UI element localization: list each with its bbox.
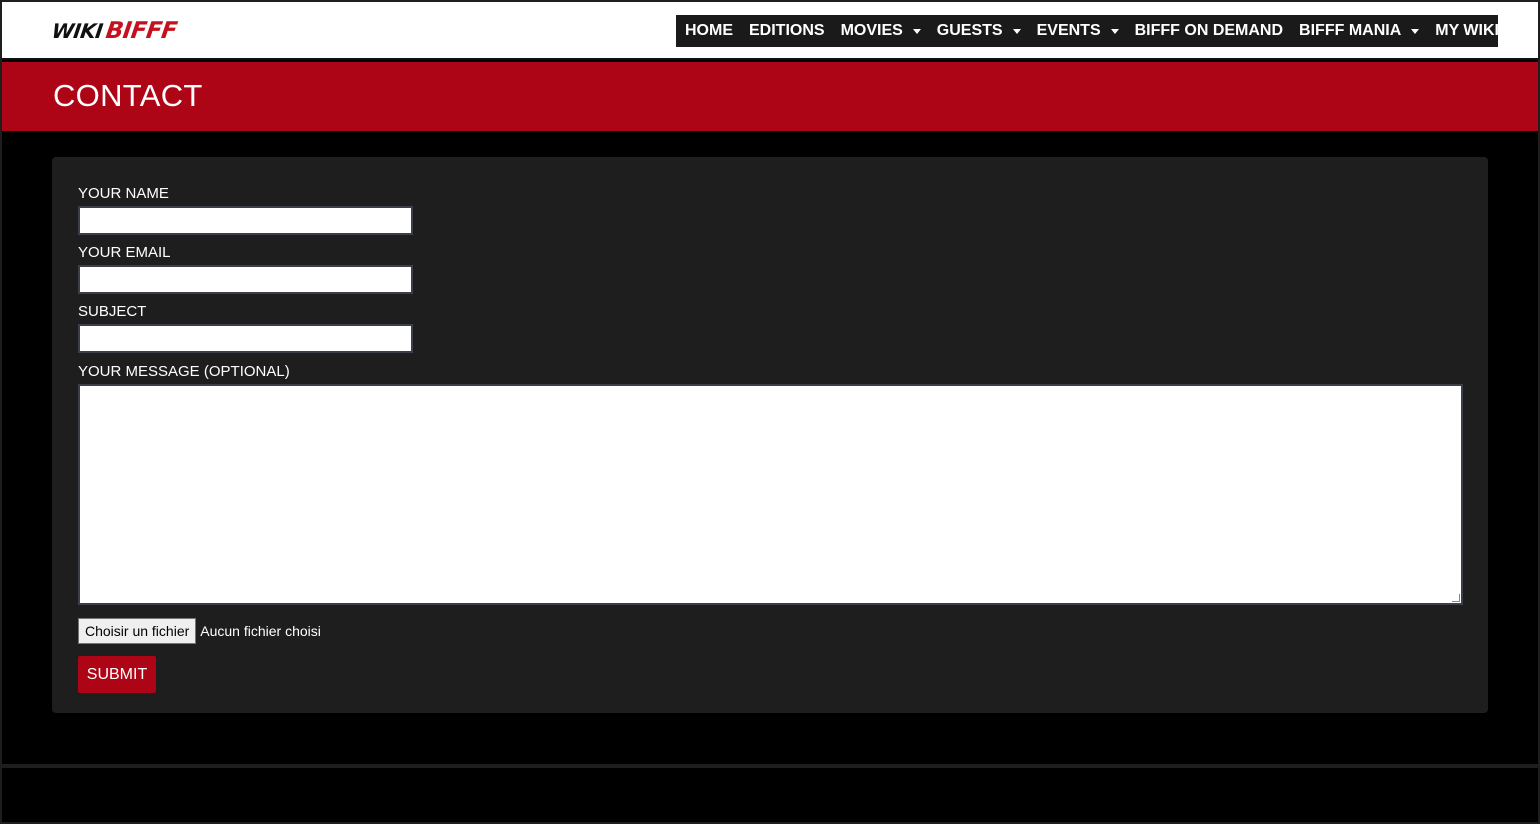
submit-button[interactable]: SUBMIT [78,656,156,693]
contact-form-card: YOUR NAME YOUR EMAIL SUBJECT YOUR MESSAG… [52,157,1488,713]
file-upload: Choisir un fichier Aucun fichier choisi [78,618,321,644]
nav-item-label: EDITIONS [749,22,825,39]
caret-down-icon [1110,28,1119,34]
nav-item-bifff-mania[interactable]: BIFFF MANIA [1299,22,1420,40]
file-status-text: Aucun fichier choisi [200,623,321,639]
logo-wiki-text: WIKI [50,19,105,43]
nav-item-label: BIFFF MANIA [1299,22,1402,39]
page-title: CONTACT [53,78,203,113]
caret-down-icon [1012,28,1021,34]
nav-item-my-wiki[interactable]: MY WIKI [1435,22,1517,40]
nav-item-label: GUESTS [936,22,1003,39]
nav-item-bifff-on-demand[interactable]: BIFFF ON DEMAND [1135,22,1283,40]
page-banner: CONTACT [2,62,1538,131]
email-field[interactable] [78,265,413,294]
caret-down-icon [1411,28,1420,34]
nav-item-label: MY WIKI [1435,22,1499,39]
caret-down-icon [912,28,921,34]
nav-item-editions[interactable]: EDITIONS [749,22,825,40]
subject-label: SUBJECT [78,303,147,320]
site-header: WIKI BIFFF HOME EDITIONS MOVIES GUESTS E… [2,2,1538,60]
name-field[interactable] [78,206,413,235]
choose-file-button[interactable]: Choisir un fichier [78,618,197,644]
site-logo[interactable]: WIKI BIFFF [50,18,180,44]
logo-bifff-text: BIFFF [104,18,180,44]
main-nav: HOME EDITIONS MOVIES GUESTS EVENTS BIFFF… [676,15,1517,47]
nav-item-label: BIFFF ON DEMAND [1134,22,1284,39]
nav-item-home[interactable]: HOME [685,22,733,40]
nav-item-events[interactable]: EVENTS [1037,22,1119,40]
footer-divider [2,764,1538,768]
email-label: YOUR EMAIL [78,244,171,261]
nav-item-label: MOVIES [840,22,903,39]
name-label: YOUR NAME [78,185,169,202]
message-textarea[interactable] [78,384,1463,605]
message-label: YOUR MESSAGE (OPTIONAL) [78,363,290,380]
caret-down-icon [1508,28,1517,34]
nav-item-label: HOME [685,22,733,39]
nav-item-guests[interactable]: GUESTS [937,22,1021,40]
resize-grip-icon[interactable] [1452,594,1460,602]
nav-item-label: EVENTS [1036,22,1101,39]
nav-item-movies[interactable]: MOVIES [841,22,921,40]
subject-field[interactable] [78,324,413,353]
